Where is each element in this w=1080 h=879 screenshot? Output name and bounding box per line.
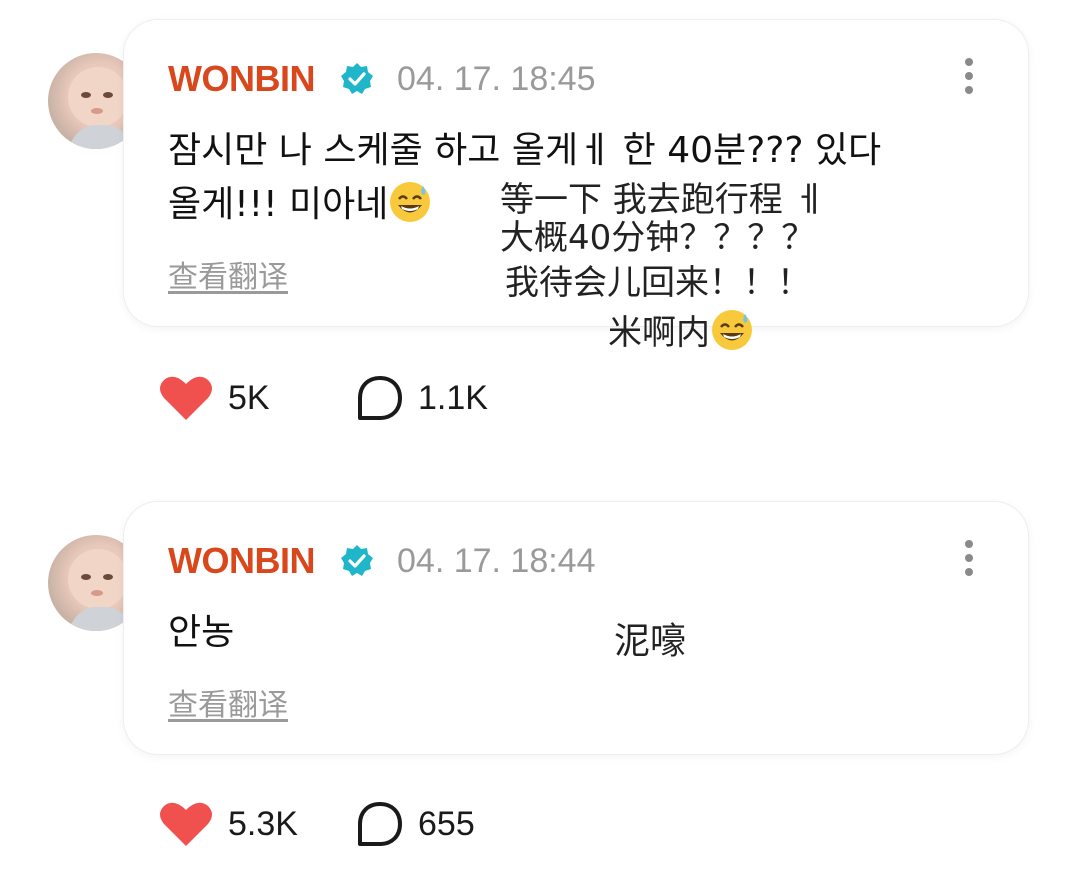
like-button[interactable]: 5.3K: [158, 800, 298, 848]
author-name[interactable]: WONBIN: [168, 58, 315, 100]
sweat-smile-emoji-icon: [390, 182, 431, 222]
handwritten-translation-line: 泥嚎: [614, 621, 687, 662]
timestamp: 04. 17. 18:45: [397, 60, 596, 98]
comment-count: 1.1K: [418, 378, 488, 417]
comment-bubble: WONBIN 04. 17. 18:44 안농 泥嚎 查看翻译: [124, 502, 1028, 754]
comment-text: 안농: [168, 612, 235, 653]
comment-icon: [358, 376, 402, 420]
timestamp: 04. 17. 18:44: [397, 542, 596, 580]
heart-icon: [160, 802, 212, 846]
translate-link[interactable]: 查看翻译: [168, 680, 288, 724]
translate-link[interactable]: 查看翻译: [168, 252, 288, 296]
more-options-icon[interactable]: [964, 540, 974, 580]
handwritten-translation-line: 等一下 我去跑行程 ㅔ: [500, 180, 825, 220]
comment-button[interactable]: 1.1K: [356, 374, 488, 422]
more-options-icon[interactable]: [964, 58, 974, 98]
handwritten-translation-line: 大概40分钟？？？？: [500, 218, 816, 258]
like-button[interactable]: 5K: [158, 374, 270, 422]
author-name[interactable]: WONBIN: [168, 540, 315, 582]
like-count: 5K: [228, 378, 270, 417]
heart-icon: [160, 376, 212, 420]
handwritten-translation-line: 米啊内: [608, 308, 754, 353]
comment-count: 655: [418, 804, 475, 843]
handwritten-translation-text: 米啊内: [608, 313, 710, 353]
comment-icon: [358, 802, 402, 846]
handwritten-translation-line: 我待会儿回来！！！: [505, 263, 811, 303]
verified-badge-icon: [341, 545, 373, 576]
like-count: 5.3K: [228, 804, 298, 843]
sweat-smile-emoji-icon: [712, 310, 752, 350]
comment-button[interactable]: 655: [356, 800, 475, 848]
verified-badge-icon: [341, 63, 373, 94]
